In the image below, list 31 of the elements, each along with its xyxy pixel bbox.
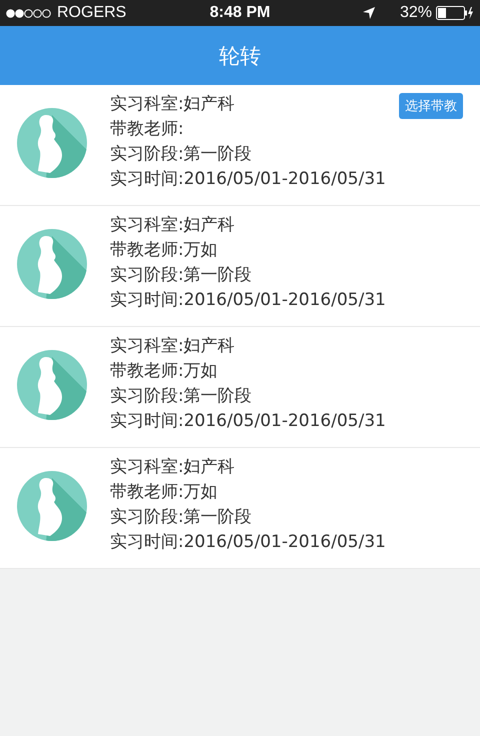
location-arrow-icon (362, 6, 376, 20)
info-text: 实习阶段:第一阶段 (110, 385, 253, 408)
info-text: 带教老师:万如 (110, 360, 219, 383)
battery-percent: 32% (400, 4, 432, 22)
info-text: 实习科室:妇产科 (110, 456, 236, 479)
info-text: 实习阶段:第一阶段 (110, 264, 253, 287)
clock-time: 8:48 PM (210, 4, 270, 22)
info-text: 实习阶段:第一阶段 (110, 143, 253, 166)
info-text: 实习时间:2016/05/01-2016/05/31 (110, 168, 386, 191)
info-text: 实习时间:2016/05/01-2016/05/31 (110, 410, 386, 433)
signal-icon (6, 8, 52, 18)
pregnant-woman-icon (16, 228, 88, 300)
info-text: 带教老师:万如 (110, 239, 219, 262)
carrier-name: ROGERS (57, 4, 126, 22)
battery-charging-icon (436, 6, 474, 20)
rotation-card[interactable]: 实习科室:妇产科 带教老师:万如 实习阶段:第一阶段 实习时间:2016/05/01-2016/05/31 (0, 448, 480, 569)
rotation-card[interactable]: 实习科室:妇产科 带教老师:万如 实习阶段:第一阶段 实习时间:2016/05/01-2016/05/31 (0, 327, 480, 448)
info-text: 带教老师:万如 (110, 481, 219, 504)
info-text: 带教老师: (110, 118, 185, 141)
rotation-card[interactable]: 实习科室:妇产科 带教老师:万如 实习阶段:第一阶段 实习时间:2016/05/01-2016/05/31 (0, 206, 480, 327)
rotation-card[interactable]: 实习科室:妇产科 带教老师: 实习阶段:第一阶段 实习时间:2016/05/01-2016/05/31 选择带教 (0, 85, 480, 206)
pregnant-woman-icon (16, 107, 88, 179)
page-title: 轮转 (219, 42, 261, 70)
info-text: 实习科室:妇产科 (110, 93, 236, 116)
info-text: 实习阶段:第一阶段 (110, 506, 253, 529)
info-text: 实习科室:妇产科 (110, 214, 236, 237)
pregnant-woman-icon (16, 470, 88, 542)
info-text: 实习时间:2016/05/01-2016/05/31 (110, 289, 386, 312)
info-text: 实习科室:妇产科 (110, 335, 236, 358)
pregnant-woman-icon (16, 349, 88, 421)
info-text: 实习时间:2016/05/01-2016/05/31 (110, 531, 386, 554)
